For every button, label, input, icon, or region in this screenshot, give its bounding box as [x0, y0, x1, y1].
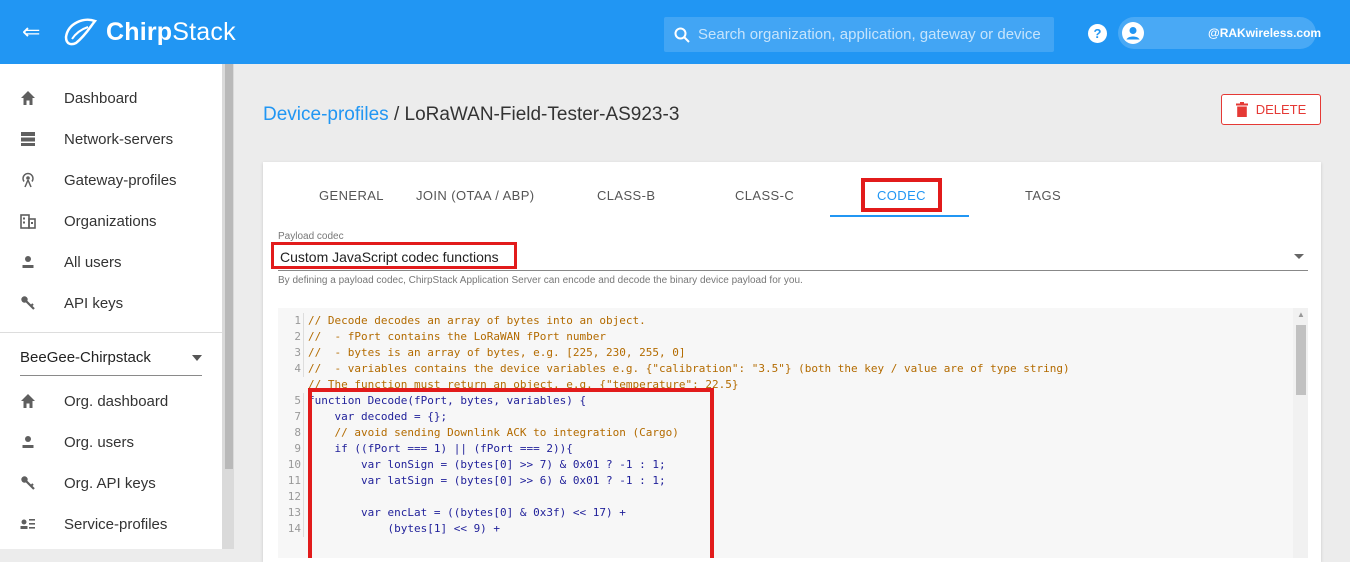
line-number: 7: [278, 409, 304, 425]
line-number: 1: [278, 313, 304, 329]
delete-button[interactable]: DELETE: [1221, 94, 1321, 125]
active-tab-indicator: [830, 215, 969, 217]
home-icon: [0, 90, 64, 106]
line-number: 3: [278, 345, 304, 361]
sidebar-item-network-servers[interactable]: Network-servers: [0, 119, 222, 159]
chirpstack-logo-icon: [64, 18, 98, 46]
organization-select[interactable]: BeeGee-Chirpstack: [20, 340, 202, 376]
chirpstack-logo[interactable]: ChirpStack: [62, 14, 236, 50]
sidebar: Dashboard Network-servers Gateway-profil…: [0, 64, 232, 549]
line-number: 12: [278, 489, 304, 505]
server-icon: [0, 131, 64, 147]
tab-general[interactable]: GENERAL: [319, 188, 384, 203]
building-icon: [0, 213, 64, 229]
code-line[interactable]: 3 // - bytes is an array of bytes, e.g. […: [278, 345, 686, 361]
service-profiles-icon: [0, 516, 64, 532]
tab-tags[interactable]: TAGS: [1025, 188, 1061, 203]
sidebar-item-service-profiles[interactable]: Service-profiles: [0, 504, 222, 544]
user-email: @RAKwireless.com: [1208, 26, 1322, 40]
code-editor-scrollbar-thumb[interactable]: [1296, 325, 1306, 395]
codec-code-editor[interactable]: 1 // Decode decodes an array of bytes int…: [278, 308, 1308, 558]
sidebar-scrollbar-thumb[interactable]: [225, 64, 233, 469]
code-text: // Decode decodes an array of bytes into…: [308, 314, 646, 327]
code-line[interactable]: 4 // - variables contains the device vari…: [278, 361, 1070, 377]
tab-class-c[interactable]: CLASS-C: [735, 188, 794, 203]
line-number: 2: [278, 329, 304, 345]
code-line[interactable]: 12: [278, 489, 308, 505]
top-app-bar: ⇐ ChirpStack ? @RAKwireless.com: [0, 0, 1350, 64]
breadcrumb-separator: /: [393, 104, 400, 125]
payload-codec-helper: By defining a payload codec, ChirpStack …: [278, 275, 803, 286]
logo-text: ChirpStack: [106, 17, 236, 46]
line-number: 13: [278, 505, 304, 521]
scroll-up-arrow-icon[interactable]: ▲: [1297, 310, 1305, 319]
line-number: 5: [278, 393, 304, 409]
sidebar-divider: [0, 332, 222, 333]
device-profile-card: GENERAL JOIN (OTAA / ABP) CLASS-B CLASS-…: [263, 162, 1321, 562]
sidebar-item-api-keys[interactable]: API keys: [0, 283, 222, 323]
search-bar[interactable]: [664, 17, 1054, 52]
line-number: 8: [278, 425, 304, 441]
trash-icon: [1235, 102, 1248, 117]
tab-class-b[interactable]: CLASS-B: [597, 188, 655, 203]
payload-codec-label: Payload codec: [278, 231, 344, 242]
tab-join[interactable]: JOIN (OTAA / ABP): [416, 188, 535, 203]
radio-tower-icon: [0, 172, 64, 188]
sidebar-item-org-users[interactable]: Org. users: [0, 422, 222, 462]
payload-codec-select[interactable]: Custom JavaScript codec functions: [271, 242, 1308, 271]
payload-codec-highlight: [271, 242, 517, 269]
key-icon: [0, 475, 64, 491]
code-line[interactable]: 2 // - fPort contains the LoRaWAN fPort n…: [278, 329, 606, 345]
user-icon: [0, 254, 64, 270]
chevron-down-icon: [1294, 254, 1304, 259]
decode-function-highlight: [308, 388, 714, 558]
sidebar-item-all-users[interactable]: All users: [0, 242, 222, 282]
breadcrumb-device-profiles-link[interactable]: Device-profiles: [263, 104, 389, 125]
search-icon: [674, 27, 690, 43]
line-number: 10: [278, 457, 304, 473]
code-text: // - variables contains the device varia…: [308, 362, 1070, 375]
sidebar-item-gateway-profiles[interactable]: Gateway-profiles: [0, 160, 222, 200]
user-menu[interactable]: @RAKwireless.com: [1118, 17, 1321, 49]
code-text: // - bytes is an array of bytes, e.g. [2…: [308, 346, 686, 359]
collapse-menu-icon[interactable]: ⇐: [22, 20, 40, 44]
user-avatar-icon: [1122, 22, 1144, 44]
home-icon: [0, 393, 64, 409]
search-input[interactable]: [698, 26, 1048, 43]
sidebar-item-dashboard[interactable]: Dashboard: [0, 78, 222, 118]
codec-tab-highlight: [861, 178, 942, 212]
line-number: 11: [278, 473, 304, 489]
page-title: LoRaWAN-Field-Tester-AS923-3: [404, 104, 680, 125]
code-line[interactable]: 1 // Decode decodes an array of bytes int…: [278, 313, 646, 329]
help-icon[interactable]: ?: [1088, 24, 1107, 43]
key-icon: [0, 295, 64, 311]
sidebar-item-org-dashboard[interactable]: Org. dashboard: [0, 381, 222, 421]
line-number: 4: [278, 361, 304, 377]
code-text: // - fPort contains the LoRaWAN fPort nu…: [308, 330, 607, 343]
line-number: 9: [278, 441, 304, 457]
chevron-down-icon: [192, 354, 202, 361]
user-icon: [0, 434, 64, 450]
line-number: 14: [278, 521, 304, 537]
sidebar-item-org-api-keys[interactable]: Org. API keys: [0, 463, 222, 503]
breadcrumb: Device-profiles / LoRaWAN-Field-Tester-A…: [263, 104, 679, 126]
sidebar-item-organizations[interactable]: Organizations: [0, 201, 222, 241]
